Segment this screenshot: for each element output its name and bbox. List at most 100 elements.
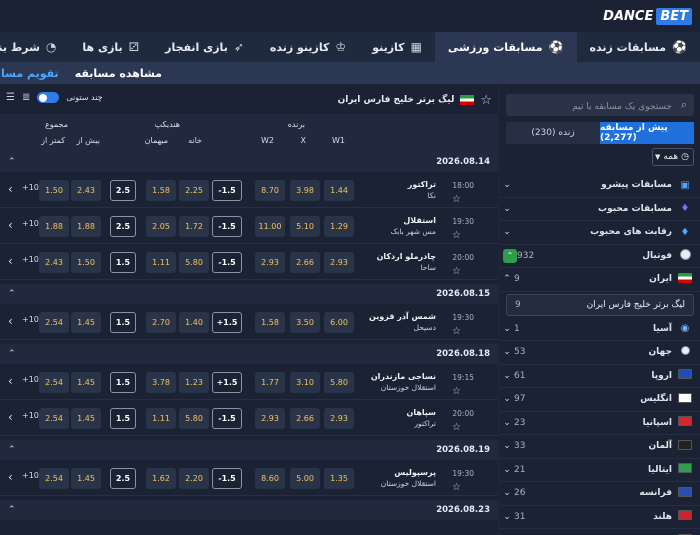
odds-button-under[interactable]: 1.88 [39, 216, 69, 237]
odds-button-x[interactable]: 5.10 [290, 216, 320, 237]
odds-button-w2[interactable]: 8.70 [255, 180, 285, 201]
chevron-left-icon[interactable]: ‹ [8, 254, 13, 268]
collapse-toggle-icon[interactable]: ⌃ [503, 248, 517, 263]
nav-item-3[interactable]: ♔ کازینو زنده [257, 32, 359, 62]
odds-button-w1[interactable]: 6.00 [324, 312, 354, 333]
compact-view-icon[interactable]: ≣ [22, 92, 30, 103]
odds-button-under[interactable]: 2.54 [39, 372, 69, 393]
sidebar-country-item[interactable]: ◉ آسیا 1 ⌄ [500, 318, 700, 341]
sidebar-country-item[interactable]: هلند 31 ⌄ [500, 506, 700, 529]
match-teams[interactable]: استقلال مس شهر بابک [356, 215, 436, 237]
match-teams[interactable]: چادرملو اردکان ساحا [356, 251, 436, 273]
nav-item-0[interactable]: ⚽ مسابقات زنده [577, 32, 700, 62]
odds-button-over[interactable]: 1.45 [71, 408, 101, 429]
odds-button-over[interactable]: 1.45 [71, 312, 101, 333]
subnav-match-view[interactable]: مشاهده مسابقه [67, 67, 170, 80]
more-markets-count[interactable]: +10 [22, 375, 39, 384]
odds-button-x[interactable]: 3.10 [290, 372, 320, 393]
odds-button-w1[interactable]: 2.93 [324, 408, 354, 429]
odds-button-w2[interactable]: 11.00 [255, 216, 285, 237]
odds-button-under[interactable]: 1.50 [39, 180, 69, 201]
tab-live[interactable]: زنده (230) [506, 122, 600, 144]
odds-button-h_guest[interactable]: 1.62 [146, 468, 176, 489]
odds-button-h_guest[interactable]: 3.78 [146, 372, 176, 393]
date-group-header[interactable]: ⌃ 2026.08.18 [0, 344, 498, 364]
odds-button-h_home[interactable]: 1.23 [179, 372, 209, 393]
odds-button-over[interactable]: 1.45 [71, 372, 101, 393]
nav-item-4[interactable]: ➶ بازی انفجار [152, 32, 257, 62]
odds-button-over[interactable]: 1.45 [71, 468, 101, 489]
odds-button-under[interactable]: 2.54 [39, 408, 69, 429]
more-markets-count[interactable]: +10 [22, 255, 39, 264]
chevron-up-icon[interactable]: ⌃ [8, 157, 16, 167]
match-teams[interactable]: شمس آذر قزوین دسیحل [356, 311, 436, 333]
odds-button-w1[interactable]: 1.29 [324, 216, 354, 237]
chevron-left-icon[interactable]: ‹ [8, 410, 13, 424]
chevron-up-icon[interactable]: ⌃ [8, 349, 16, 359]
brand-logo[interactable]: DANCE BET [600, 7, 692, 25]
odds-button-under[interactable]: 2.43 [39, 252, 69, 273]
more-markets-count[interactable]: +10 [22, 183, 39, 192]
favorite-star-icon[interactable]: ☆ [452, 266, 461, 277]
odds-button-x[interactable]: 2.66 [290, 408, 320, 429]
sidebar-special-item[interactable]: ▣ مسابقات پیشرو ⌄ [500, 174, 700, 198]
chevron-left-icon[interactable]: ‹ [8, 374, 13, 388]
chevron-left-icon[interactable]: ‹ [8, 182, 13, 196]
odds-button-h_guest[interactable]: 2.70 [146, 312, 176, 333]
sidebar-country-item[interactable]: اروپا 61 ⌄ [500, 365, 700, 388]
sidebar-country-item[interactable]: اسپانیا 23 ⌄ [500, 412, 700, 435]
odds-button-h_home[interactable]: 1.40 [179, 312, 209, 333]
odds-button-h_home[interactable]: 5.80 [179, 408, 209, 429]
search-icon[interactable]: ⌕ [681, 98, 687, 112]
odds-button-x[interactable]: 3.50 [290, 312, 320, 333]
favorite-star-icon[interactable]: ☆ [452, 386, 461, 397]
odds-button-w2[interactable]: 2.93 [255, 408, 285, 429]
favorite-star-icon[interactable]: ☆ [452, 326, 461, 337]
odds-button-w1[interactable]: 5.80 [324, 372, 354, 393]
odds-button-h_home[interactable]: 1.72 [179, 216, 209, 237]
odds-button-h_guest[interactable]: 2.05 [146, 216, 176, 237]
odds-button-w2[interactable]: 8.60 [255, 468, 285, 489]
sidebar-country-item[interactable]: آلمان 33 ⌄ [500, 435, 700, 459]
odds-button-x[interactable]: 3.98 [290, 180, 320, 201]
nav-item-1[interactable]: ⚽ مسابقات ورزشی [434, 32, 577, 62]
odds-button-h_guest[interactable]: 1.11 [146, 252, 176, 273]
more-markets-count[interactable]: +10 [22, 411, 39, 420]
nav-item-6[interactable]: ◔ شرط بندی مجازی [0, 32, 69, 62]
more-markets-count[interactable]: +10 [22, 471, 39, 480]
sidebar-league-item[interactable]: لیگ برتر خلیج فارس ایران 9 [506, 293, 694, 316]
odds-button-w1[interactable]: 1.44 [324, 180, 354, 201]
odds-button-x[interactable]: 2.66 [290, 252, 320, 273]
odds-button-w1[interactable]: 1.35 [324, 468, 354, 489]
date-group-header[interactable]: ⌃ 2026.08.15 [0, 284, 498, 304]
odds-button-h_home[interactable]: 5.80 [179, 252, 209, 273]
nav-item-2[interactable]: ▦ کازینو [359, 32, 435, 62]
search-input[interactable] [506, 96, 694, 118]
sidebar-country-item[interactable]: ایتالیا 21 ⌄ [500, 459, 700, 482]
chevron-up-icon[interactable]: ⌃ [8, 289, 16, 299]
odds-button-over[interactable]: 1.88 [71, 216, 101, 237]
date-group-header[interactable]: ⌃ 2026.08.23 [0, 500, 498, 520]
list-view-icon[interactable]: ☰ [6, 92, 15, 103]
time-filter-dropdown[interactable]: ◷ همه ▼ [652, 148, 694, 166]
chevron-left-icon[interactable]: ‹ [8, 470, 13, 484]
more-markets-count[interactable]: +10 [22, 219, 39, 228]
odds-button-h_home[interactable]: 2.20 [179, 468, 209, 489]
odds-button-under[interactable]: 2.54 [39, 468, 69, 489]
tab-prematch[interactable]: پیش از مسابقه (2,277) [600, 122, 694, 144]
odds-button-w1[interactable]: 2.93 [324, 252, 354, 273]
sidebar-country-item[interactable]: جهان 53 ⌄ [500, 341, 700, 365]
favorite-star-icon[interactable]: ☆ [452, 194, 461, 205]
match-teams[interactable]: پرسپولیس استقلال خوزستان [356, 467, 436, 489]
sidebar-country-item[interactable]: پرتغال10⌄ [500, 529, 700, 535]
odds-button-w2[interactable]: 1.58 [255, 312, 285, 333]
sidebar-country-item[interactable]: فرانسه 26 ⌄ [500, 482, 700, 506]
odds-button-h_home[interactable]: 2.25 [179, 180, 209, 201]
nav-item-5[interactable]: ⚂ بازی ها [69, 32, 152, 62]
odds-button-w2[interactable]: 2.93 [255, 252, 285, 273]
odds-button-over[interactable]: 1.50 [71, 252, 101, 273]
subnav-live-calendar[interactable]: تقویم مسابقات زنده [0, 67, 67, 80]
sidebar-country-item[interactable]: انگلیس 97 ⌄ [500, 388, 700, 412]
odds-button-x[interactable]: 5.00 [290, 468, 320, 489]
date-group-header[interactable]: ⌃ 2026.08.19 [0, 440, 498, 460]
